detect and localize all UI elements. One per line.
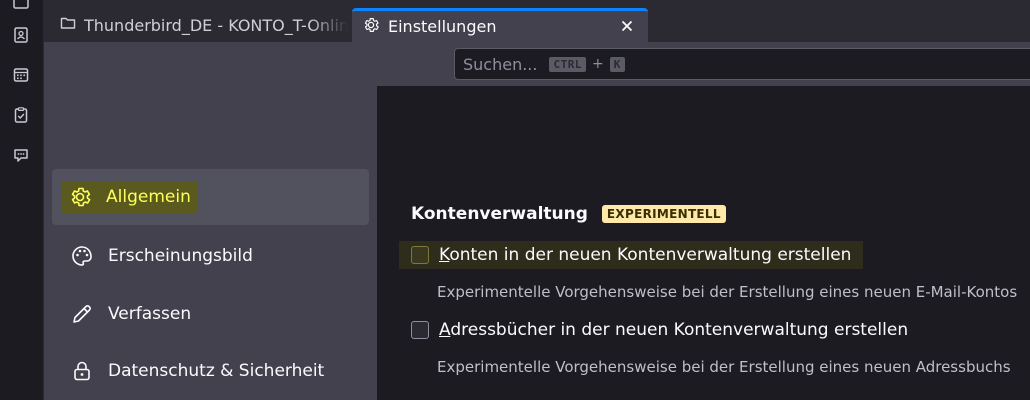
tab-strip: Thunderbird_DE - KONTO_T-Online Einstell… (44, 0, 1030, 42)
spaces-toolbar (0, 0, 44, 400)
tab-settings[interactable]: Einstellungen (352, 8, 648, 42)
address-book-icon[interactable] (10, 24, 32, 46)
option-label: Konten in der neuen Kontenverwaltung ers… (439, 245, 851, 265)
option-accounts-hub[interactable]: Konten in der neuen Kontenverwaltung ers… (399, 241, 864, 269)
sidebar-highlight: Allgemein (62, 181, 197, 213)
section-title-text: Kontenverwaltung (411, 204, 588, 224)
pencil-icon (68, 300, 96, 328)
experimental-badge: EXPERIMENTELL (601, 205, 726, 223)
option-label: Adressbücher in der neuen Kontenverwaltu… (439, 320, 908, 340)
tab-label: Thunderbird_DE - KONTO_T-Online (84, 15, 348, 35)
sidebar-item-datenschutz[interactable]: Datenschutz & Sicherheit (52, 343, 369, 399)
tab-label: Einstellungen (388, 17, 497, 36)
settings-sidebar: Allgemein Erscheinungsbild Verfassen Dat… (44, 86, 377, 400)
tab-folder[interactable]: Thunderbird_DE - KONTO_T-Online (48, 8, 348, 42)
gear-icon (66, 183, 94, 211)
option-description: Experimentelle Vorgehensweise bei der Er… (437, 358, 1011, 376)
lock-icon (68, 357, 96, 385)
access-key: K (439, 245, 450, 265)
option-label-rest: onten in der neuen Kontenverwaltung erst… (449, 245, 852, 265)
search-toolbar: Suchen... CTRL + K (44, 42, 1030, 86)
chat-icon[interactable] (10, 144, 32, 166)
palette-icon (68, 242, 96, 270)
sidebar-item-label: Allgemein (106, 187, 191, 207)
folder-icon (60, 15, 76, 35)
close-icon[interactable] (618, 17, 636, 35)
sidebar-item-label: Verfassen (108, 304, 192, 324)
sidebar-item-label: Datenschutz & Sicherheit (108, 361, 325, 381)
search-placeholder: Suchen... (463, 54, 538, 74)
option-addressbook-hub[interactable]: Adressbücher in der neuen Kontenverwaltu… (399, 316, 920, 344)
shortcut-plus: + (591, 56, 604, 72)
sidebar-item-erscheinungsbild[interactable]: Erscheinungsbild (52, 228, 369, 284)
addressbook-hub-checkbox[interactable] (411, 321, 429, 339)
section-title: Kontenverwaltung EXPERIMENTELL (411, 204, 726, 224)
search-input[interactable]: Suchen... CTRL + K (454, 48, 1030, 80)
calendar-icon[interactable] (10, 64, 32, 86)
shortcut-key-ctrl: CTRL (549, 56, 586, 72)
mail-icon[interactable] (10, 0, 32, 14)
access-key: A (439, 320, 451, 340)
settings-content: Kontenverwaltung EXPERIMENTELL Konten in… (377, 86, 1030, 400)
option-label-rest: dressbücher in der neuen Kontenverwaltun… (450, 320, 909, 340)
option-description: Experimentelle Vorgehensweise bei der Er… (437, 283, 1018, 301)
shortcut-key-k: K (609, 56, 625, 72)
accounts-hub-checkbox[interactable] (411, 246, 429, 264)
gear-icon (362, 16, 380, 38)
sidebar-item-verfassen[interactable]: Verfassen (52, 286, 369, 342)
sidebar-item-label: Erscheinungsbild (108, 246, 253, 266)
sidebar-item-allgemein[interactable]: Allgemein (52, 169, 369, 225)
tasks-icon[interactable] (10, 104, 32, 126)
